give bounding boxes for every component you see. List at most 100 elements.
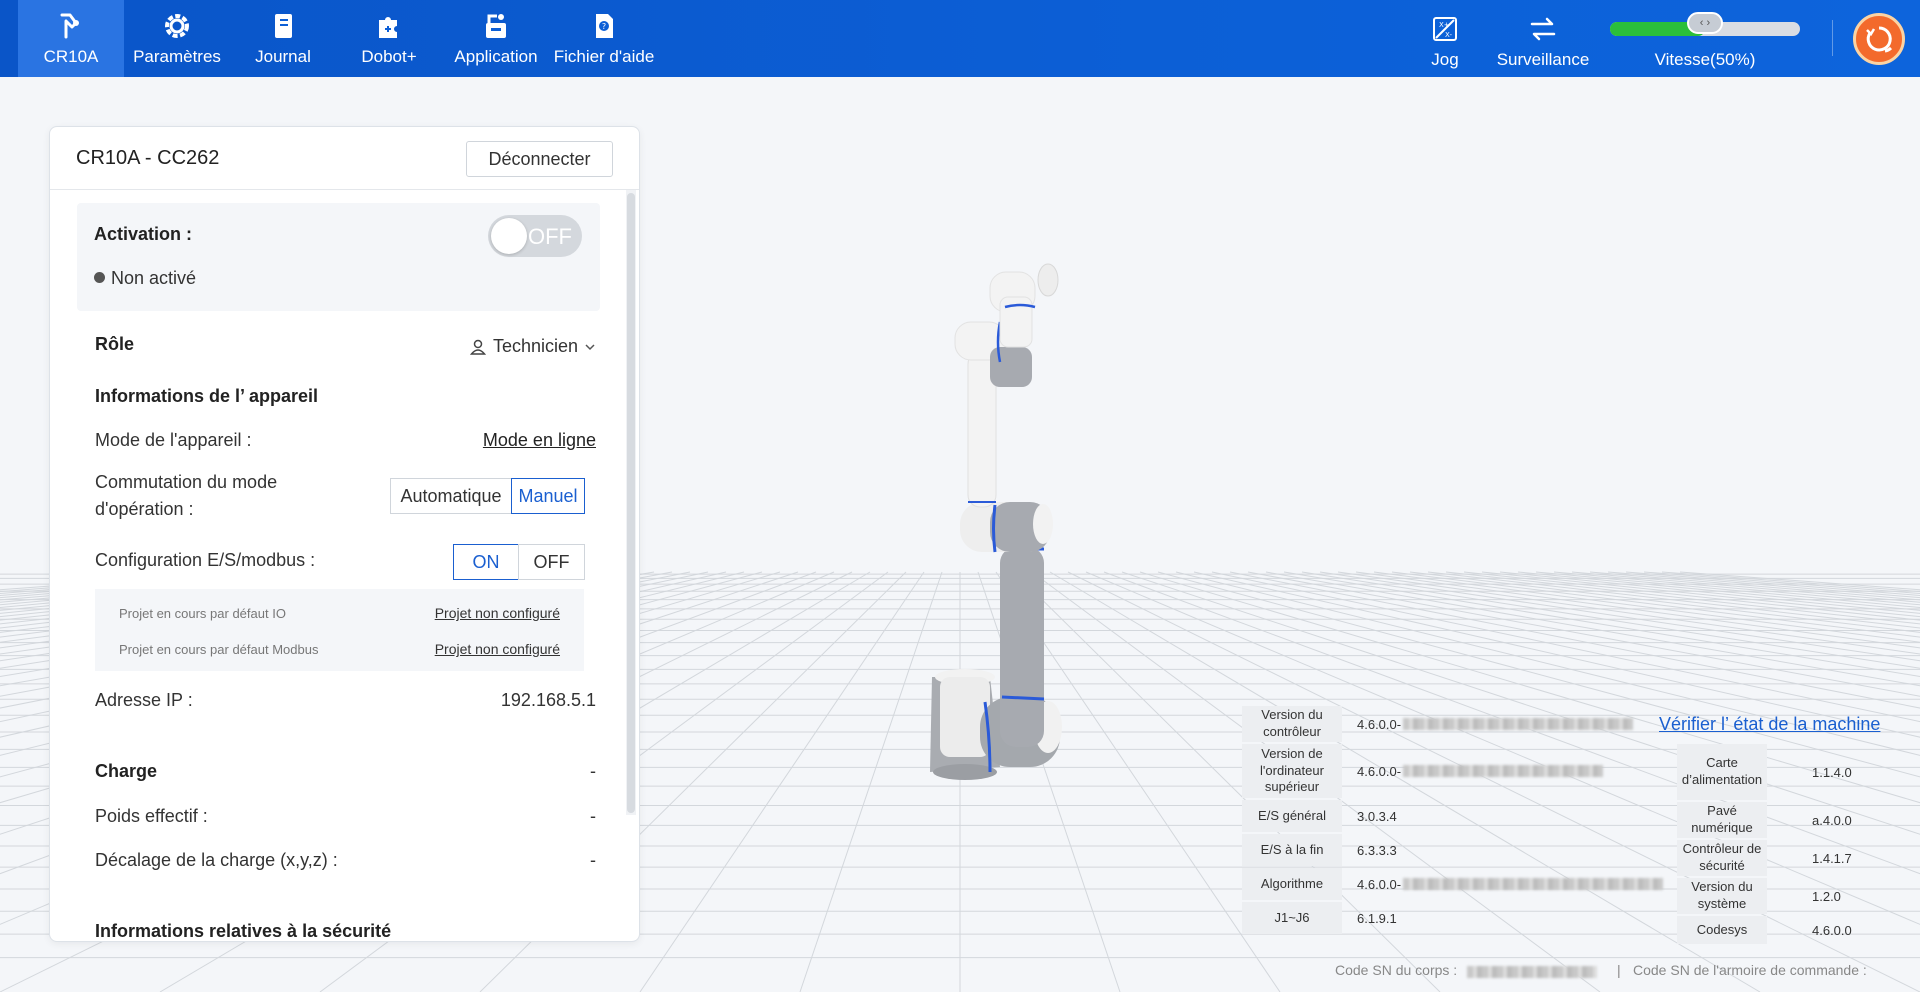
nav-label: Journal (255, 46, 311, 66)
nav-dobot-plus[interactable]: Dobot+ (336, 0, 442, 77)
robot-arm-model (930, 263, 1062, 780)
redacted-text (1403, 718, 1634, 730)
io-project-label: Projet en cours par défaut IO (119, 606, 286, 621)
toggle-knob (491, 218, 527, 254)
svg-text:X+: X+ (1439, 21, 1450, 29)
disconnect-button[interactable]: Déconnecter (466, 141, 613, 177)
io-config-on-button[interactable]: ON (453, 544, 519, 580)
version-value-text: 4.6.0.0- (1357, 876, 1402, 892)
default-projects-box: Projet en cours par défaut IO Projet non… (95, 589, 584, 671)
sn-separator: | (1617, 962, 1621, 978)
svg-text:X-: X- (1445, 31, 1452, 39)
role-label: Rôle (95, 334, 135, 354)
version-value-system: 1.2.0 (1812, 888, 1841, 904)
nav-label: Dobot+ (361, 46, 417, 66)
version-label-upper-computer: Version de l'ordinateur supérieur (1242, 744, 1342, 798)
redacted-text (1403, 878, 1664, 890)
svg-text:?: ? (602, 22, 606, 31)
user-icon (469, 339, 487, 355)
version-label-system: Version du système (1677, 878, 1767, 914)
nav-label: Paramètres (133, 46, 221, 66)
io-config-label: Configuration E/S/modbus : (95, 550, 316, 570)
version-value-text: 4.6.0.0- (1357, 716, 1402, 732)
speed-slider-handle[interactable]: ‹ › (1687, 12, 1723, 34)
nav-help-file[interactable]: ? Fichier d'aide (549, 0, 659, 77)
version-label-controller: Version du contrôleur (1242, 706, 1342, 742)
op-mode-manual-button[interactable]: Manuel (511, 478, 585, 514)
device-panel: CR10A - CC262 Déconnecter Activation : O… (49, 126, 640, 942)
version-label-j1-j6: J1~J6 (1242, 902, 1342, 934)
version-label-algorithm: Algorithme (1242, 868, 1342, 900)
speed-label: Vitesse(50%) (1654, 50, 1756, 69)
weight-label: Poids effectif : (95, 806, 208, 826)
version-label-codesys: Codesys (1677, 916, 1767, 944)
sn-cabinet-label: Code SN de l'armoire de commande : (1633, 962, 1867, 978)
panel-header: CR10A - CC262 Déconnecter (50, 127, 639, 190)
version-value-keypad: a.4.0.0 (1812, 812, 1852, 828)
device-info-heading: Informations de l’ appareil (95, 386, 319, 406)
verify-machine-state-link[interactable]: Vérifier l’ état de la machine (1659, 714, 1880, 735)
redacted-text (1403, 765, 1604, 777)
nav-label: CR10A (43, 46, 99, 66)
surveillance-button[interactable]: Surveillance (1493, 3, 1593, 80)
io-project-link[interactable]: Projet non configuré (435, 605, 560, 621)
activation-status: Non activé (94, 268, 196, 289)
role-dropdown[interactable]: Technicien (469, 336, 596, 357)
ip-value: 192.168.5.1 (500, 690, 596, 710)
nav-label: Fichier d'aide (553, 46, 655, 66)
power-button[interactable] (1853, 13, 1905, 65)
version-value-safety-controller: 1.4.1.7 (1812, 850, 1852, 866)
version-value-upper-computer: 4.6.0.0- (1345, 744, 1665, 798)
offset-value: - (590, 850, 596, 870)
gear-icon (165, 13, 189, 38)
version-label-power-card: Carte d’alimentation (1677, 744, 1767, 800)
jog-button[interactable]: X+ X- Jog (1415, 3, 1475, 80)
version-value-controller: 4.6.0.0- (1345, 706, 1665, 742)
modbus-project-link[interactable]: Projet non configuré (435, 641, 560, 657)
notebook-icon (275, 13, 292, 38)
activation-label: Activation : (94, 224, 193, 244)
jog-icon: X+ X- (1433, 16, 1457, 41)
security-heading: Informations relatives à la sécurité (95, 921, 392, 941)
charge-heading: Charge (95, 761, 158, 781)
version-value-power-card: 1.1.4.0 (1812, 764, 1852, 780)
chevron-down-icon (585, 343, 595, 350)
panel-body: Activation : OFF Non activé Rôle Technic… (50, 190, 625, 941)
help-file-icon: ? (596, 13, 613, 38)
robot-arm-icon (60, 13, 79, 38)
weight-value: - (590, 806, 596, 826)
role-value: Technicien (492, 336, 578, 356)
op-mode-label-2: d'opération : (95, 499, 194, 519)
nav-cr10a[interactable]: CR10A (18, 0, 124, 77)
device-mode-link[interactable]: Mode en ligne (483, 430, 596, 451)
power-cycle-icon (1866, 26, 1893, 53)
version-value-algorithm: 4.6.0.0- (1345, 868, 1675, 900)
sn-body-label: Code SN du corps : (1335, 962, 1458, 978)
offset-label: Décalage de la charge (x,y,z) : (95, 850, 338, 870)
activation-toggle[interactable]: OFF (488, 215, 582, 257)
op-mode-label-1: Commutation du mode (95, 472, 278, 492)
activation-status-text: Non activé (111, 268, 197, 288)
nav-application[interactable]: Application (443, 0, 549, 77)
io-config-off-button[interactable]: OFF (518, 544, 585, 580)
device-title: CR10A - CC262 (76, 147, 220, 169)
version-label-keypad: Pavé numérique (1677, 802, 1767, 838)
ip-label: Adresse IP : (95, 690, 193, 710)
toggle-state: OFF (528, 224, 572, 249)
nav-journal[interactable]: Journal (230, 0, 336, 77)
version-label-safety-controller: Contrôleur de sécurité (1677, 840, 1767, 876)
nav-parametres[interactable]: Paramètres (124, 0, 230, 77)
version-value-codesys: 4.6.0.0 (1812, 922, 1852, 938)
puzzle-icon (379, 16, 397, 38)
op-mode-auto-button[interactable]: Automatique (390, 478, 512, 514)
version-value-text: 4.6.0.0- (1357, 763, 1402, 779)
version-value-end-io: 6.3.3.3 (1357, 842, 1397, 858)
top-navigation-bar: CR10A Paramètres Journal Dobot+ Applicat… (0, 0, 1920, 77)
surveillance-label: Surveillance (1496, 49, 1590, 69)
nav-label: Application (454, 46, 538, 66)
panel-scrollbar-thumb[interactable] (627, 193, 635, 813)
jog-label: Jog (1431, 49, 1459, 69)
redacted-serial (1467, 966, 1597, 978)
status-dot-icon (94, 272, 105, 283)
version-label-end-io: E/S à la fin (1242, 834, 1342, 866)
